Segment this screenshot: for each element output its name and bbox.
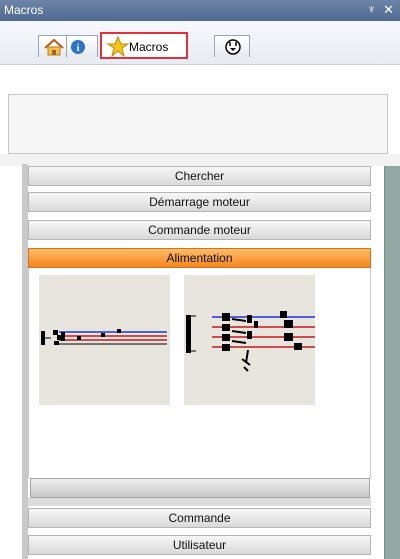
macro-thumbnail-2[interactable] xyxy=(184,275,315,405)
circuit-diagram-1 xyxy=(41,329,167,345)
macro-info-box xyxy=(8,94,388,154)
accordion-chercher[interactable]: Chercher xyxy=(28,166,371,186)
svg-text:i: i xyxy=(77,43,80,54)
macro-thumbnail-1[interactable] xyxy=(39,275,170,405)
panel-title-bar: Macros ♆ ✕ xyxy=(0,0,400,21)
tab-plug[interactable] xyxy=(214,35,250,57)
plug-icon xyxy=(225,39,241,55)
star-icon xyxy=(106,36,130,58)
close-icon[interactable]: ✕ xyxy=(383,2,394,18)
content-scrollbar[interactable] xyxy=(30,478,370,498)
accordion-commande-moteur[interactable]: Commande moteur xyxy=(28,220,371,240)
tab-macros[interactable]: Macros xyxy=(100,32,188,59)
tab-home[interactable] xyxy=(38,35,68,57)
tab-macros-label: Macros xyxy=(129,40,169,54)
tab-strip: i Macros xyxy=(0,21,400,65)
pin-icon[interactable]: ♆ xyxy=(367,2,376,16)
content-gap xyxy=(28,498,371,506)
info-icon: i xyxy=(71,40,85,54)
tab-info[interactable]: i xyxy=(66,35,98,57)
panel-separator xyxy=(0,154,400,166)
accordion-alimentation[interactable]: Alimentation xyxy=(28,248,371,268)
circuit-diagram-2 xyxy=(186,311,315,372)
alimentation-content xyxy=(28,268,371,478)
accordion-utilisateur[interactable]: Utilisateur xyxy=(28,535,371,555)
accordion-commande[interactable]: Commande xyxy=(28,508,371,528)
panel-title: Macros xyxy=(4,3,44,17)
home-icon xyxy=(44,38,64,56)
right-preview-panel xyxy=(384,166,400,559)
accordion-demarrage-moteur[interactable]: Démarrage moteur xyxy=(28,192,371,212)
